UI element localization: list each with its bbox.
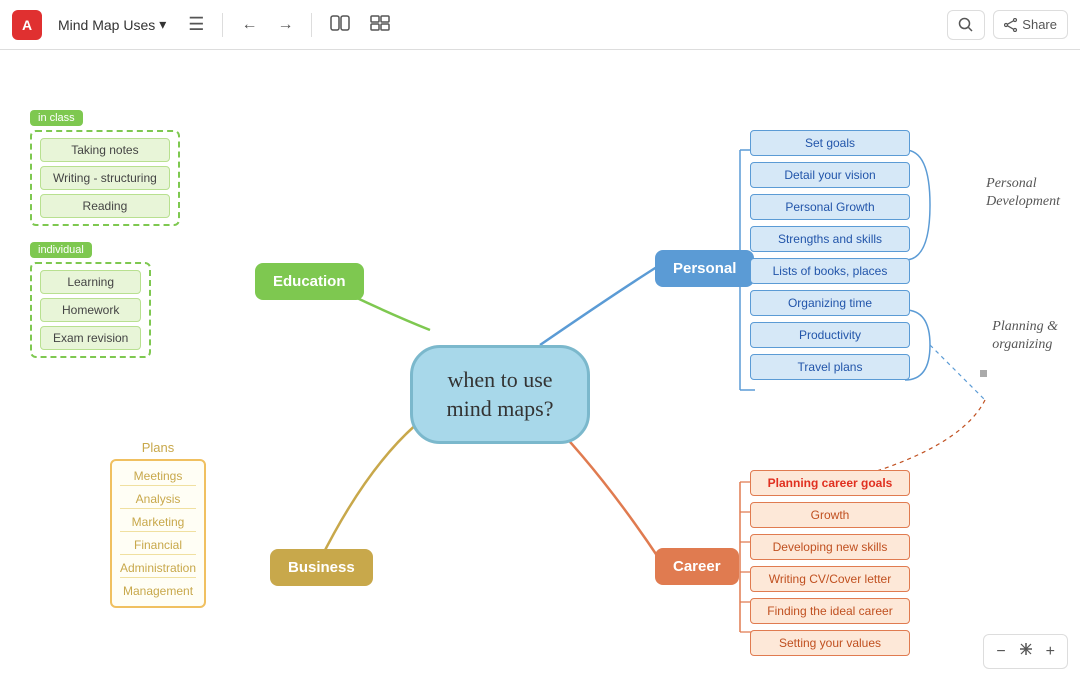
career-item-growth: Growth [750, 502, 910, 528]
zoom-icon [1014, 639, 1038, 664]
individual-box: Learning Homework Exam revision [30, 262, 151, 358]
personal-item-travel: Travel plans [750, 354, 910, 380]
career-items: Planning career goals Growth Developing … [750, 470, 910, 656]
shape1-button[interactable] [324, 11, 356, 38]
education-group: in class Taking notes Writing - structur… [30, 110, 180, 366]
center-node: when to use mind maps? [410, 345, 590, 444]
personal-items: Set goals Detail your vision Personal Gr… [750, 130, 910, 380]
personal-item-detail-vision: Detail your vision [750, 162, 910, 188]
biz-item-meetings: Meetings [120, 467, 196, 486]
personal-item-productivity: Productivity [750, 322, 910, 348]
biz-item-financial: Financial [120, 536, 196, 555]
toolbar: A Mind Map Uses ▾ ☰ ← → Share [0, 0, 1080, 50]
in-class-box: Taking notes Writing - structuring Readi… [30, 130, 180, 226]
business-node[interactable]: Business [270, 549, 373, 586]
personal-item-strengths: Strengths and skills [750, 226, 910, 252]
career-item-cv: Writing CV/Cover letter [750, 566, 910, 592]
business-box: Meetings Analysis Marketing Financial Ad… [110, 459, 206, 608]
edu-item-reading: Reading [40, 194, 170, 218]
personal-node[interactable]: Personal [655, 250, 754, 287]
personal-item-personal-growth: Personal Growth [750, 194, 910, 220]
biz-item-management: Management [120, 582, 196, 600]
toolbar-divider2 [311, 13, 312, 37]
in-class-tag: in class [30, 110, 83, 126]
business-plans-label: Plans [110, 440, 206, 455]
career-item-values: Setting your values [750, 630, 910, 656]
chevron-down-icon: ▾ [159, 16, 166, 33]
redo-button[interactable]: → [271, 12, 299, 38]
zoom-toolbar: − + [983, 634, 1068, 669]
personal-item-set-goals: Set goals [750, 130, 910, 156]
career-item-skills: Developing new skills [750, 534, 910, 560]
biz-item-admin: Administration [120, 559, 196, 578]
career-node[interactable]: Career [655, 548, 739, 585]
edu-item-taking-notes: Taking notes [40, 138, 170, 162]
career-item-ideal-career: Finding the ideal career [750, 598, 910, 624]
edu-item-writing: Writing - structuring [40, 166, 170, 190]
career-item-planning: Planning career goals [750, 470, 910, 496]
search-button[interactable] [947, 10, 985, 40]
edu-item-learning: Learning [40, 270, 141, 294]
share-button[interactable]: Share [993, 10, 1068, 39]
biz-item-analysis: Analysis [120, 490, 196, 509]
logo-button[interactable]: A [12, 10, 42, 40]
toolbar-right: Share [947, 10, 1068, 40]
title-dropdown[interactable]: Mind Map Uses ▾ [50, 12, 174, 37]
business-group: Plans Meetings Analysis Marketing Financ… [110, 440, 206, 608]
edu-item-exam: Exam revision [40, 326, 141, 350]
mind-map-canvas: when to use mind maps? Education in clas… [0, 50, 1080, 681]
menu-icon-button[interactable]: ☰ [182, 10, 210, 39]
personal-item-organizing: Organizing time [750, 290, 910, 316]
zoom-in-button[interactable]: + [1040, 641, 1061, 663]
planning-organizing-annotation: Planning &organizing [992, 318, 1058, 354]
undo-button[interactable]: ← [235, 12, 263, 38]
toolbar-divider [222, 13, 223, 37]
biz-item-marketing: Marketing [120, 513, 196, 532]
individual-tag: individual [30, 242, 92, 258]
edu-item-homework: Homework [40, 298, 141, 322]
zoom-out-button[interactable]: − [990, 641, 1011, 663]
education-node[interactable]: Education [255, 263, 364, 300]
shape2-button[interactable] [364, 11, 396, 38]
personal-item-lists: Lists of books, places [750, 258, 910, 284]
personal-development-annotation: PersonalDevelopment [986, 175, 1060, 211]
